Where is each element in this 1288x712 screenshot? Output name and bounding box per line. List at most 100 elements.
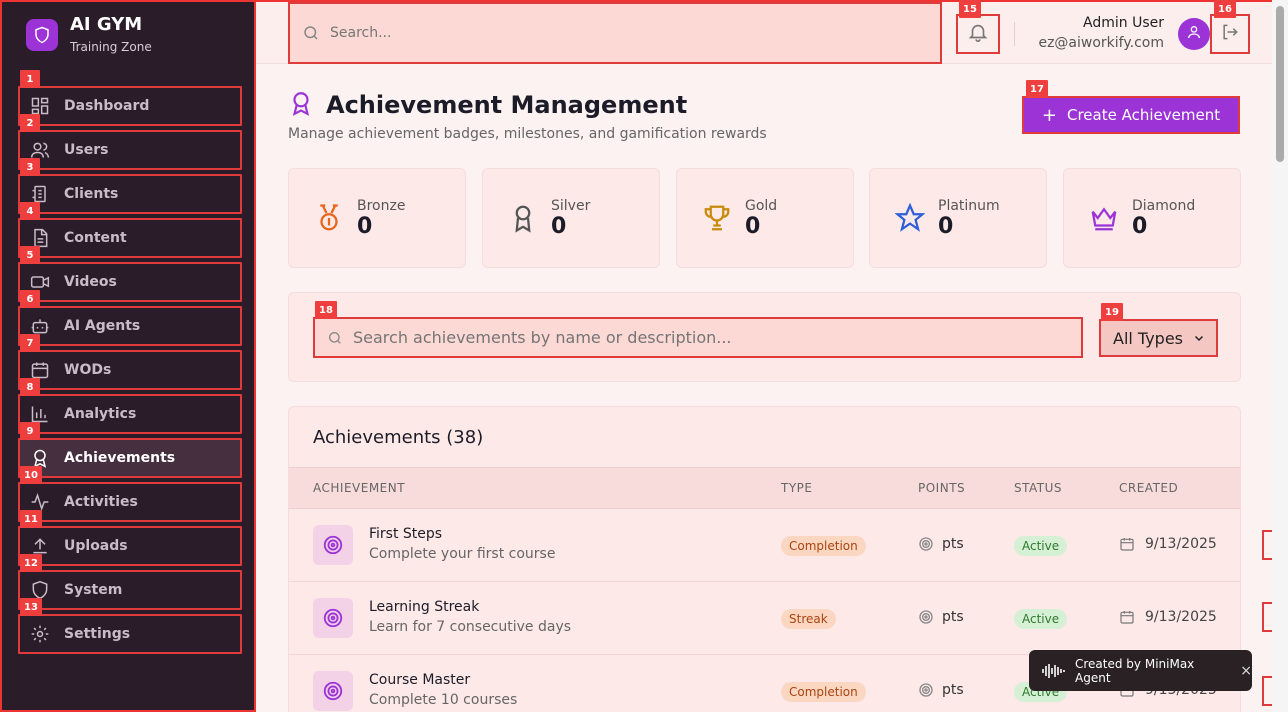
sidebar-item-uploads[interactable]: Uploads xyxy=(18,526,242,566)
achievement-description: Complete your first course xyxy=(369,546,556,562)
column-header[interactable]: CREATED xyxy=(1119,481,1178,495)
shield-logo-icon xyxy=(26,19,58,51)
stat-value: 0 xyxy=(1132,213,1148,239)
stat-label: Gold xyxy=(745,197,778,214)
sidebar-item-analytics[interactable]: Analytics xyxy=(18,394,242,434)
marker-badge: 5 xyxy=(20,246,40,264)
points-value: pts xyxy=(942,682,964,698)
table-row[interactable]: First Steps Complete your first course C… xyxy=(289,509,1240,582)
achievement-description: Complete 10 courses xyxy=(369,692,518,708)
type-badge: Completion xyxy=(781,682,866,702)
crown-icon xyxy=(1088,202,1120,234)
type-badge: Completion xyxy=(781,536,866,556)
stat-card-diamond: Diamond 0 xyxy=(1063,168,1241,268)
sidebar-item-activities[interactable]: Activities xyxy=(18,482,242,522)
created-date: 9/13/2025 xyxy=(1145,536,1217,552)
audio-wave-icon xyxy=(1041,662,1067,680)
stat-value: 0 xyxy=(551,213,567,239)
page-title: Achievement Management xyxy=(326,91,688,119)
logout-button[interactable] xyxy=(1210,14,1250,54)
sidebar-item-label: Dashboard xyxy=(64,98,150,114)
type-filter-select[interactable]: All Types xyxy=(1099,319,1218,357)
marker-badge: 7 xyxy=(20,334,40,352)
sidebar-item-wods[interactable]: WODs xyxy=(18,350,242,390)
target-icon xyxy=(918,682,934,698)
column-header[interactable]: TYPE xyxy=(781,481,812,495)
points-cell: pts xyxy=(918,609,964,625)
stat-label: Silver xyxy=(551,197,591,214)
sidebar-item-label: Users xyxy=(64,142,109,158)
plus-icon: + xyxy=(1041,104,1057,126)
page-scrollbar[interactable] xyxy=(1272,0,1288,712)
created-cell: 9/13/2025 xyxy=(1119,536,1217,552)
sidebar-item-label: Clients xyxy=(64,186,119,202)
create-button-label: Create Achievement xyxy=(1067,106,1221,124)
marker-badge: 15 xyxy=(959,0,981,18)
search-input[interactable] xyxy=(330,25,890,41)
marker-badge: 6 xyxy=(20,290,40,308)
type-badge: Streak xyxy=(781,609,836,629)
target-icon xyxy=(313,671,353,711)
stat-label: Diamond xyxy=(1132,197,1196,214)
page-header: Achievement Management xyxy=(288,90,687,120)
calendar-icon xyxy=(1119,536,1135,552)
achievement-description: Learn for 7 consecutive days xyxy=(369,619,572,635)
medal-icon xyxy=(313,202,345,234)
scrollbar-thumb[interactable] xyxy=(1276,6,1284,162)
sidebar-item-label: System xyxy=(64,582,123,598)
table-row[interactable]: Learning Streak Learn for 7 consecutive … xyxy=(289,582,1240,655)
marker-badge: 10 xyxy=(20,466,42,484)
column-header[interactable]: STATUS xyxy=(1014,481,1062,495)
notifications-button[interactable] xyxy=(956,14,1000,54)
created-cell: 9/13/2025 xyxy=(1119,609,1217,625)
sidebar-item-clients[interactable]: Clients xyxy=(18,174,242,214)
user-email: ez@aiworkify.com xyxy=(1038,35,1164,51)
sidebar-item-system[interactable]: System xyxy=(18,570,242,610)
column-header[interactable]: ACHIEVEMENT xyxy=(313,481,405,495)
table-header: ACHIEVEMENT TYPE POINTS STATUS CREATED xyxy=(289,467,1240,509)
sidebar-item-label: WODs xyxy=(64,362,112,378)
stat-value: 0 xyxy=(745,213,761,239)
global-search[interactable] xyxy=(288,2,942,64)
sidebar-item-content[interactable]: Content xyxy=(18,218,242,258)
top-bar: 15 Admin User ez@aiworkify.com 16 xyxy=(256,0,1272,64)
user-icon xyxy=(1186,24,1202,44)
column-header[interactable]: POINTS xyxy=(918,481,965,495)
avatar[interactable] xyxy=(1178,18,1210,50)
stat-label: Platinum xyxy=(938,197,1000,214)
stat-card-silver: Silver 0 xyxy=(482,168,660,268)
marker-badge: 16 xyxy=(1214,0,1236,18)
sidebar: AI GYM Training Zone Dashboard Users Cli… xyxy=(0,0,256,712)
achievement-name: First Steps xyxy=(369,526,443,542)
sidebar-item-users[interactable]: Users xyxy=(18,130,242,170)
create-achievement-button[interactable]: + Create Achievement xyxy=(1022,96,1240,134)
achievement-search-input[interactable] xyxy=(353,328,1053,347)
sidebar-item-label: Videos xyxy=(64,274,117,290)
sidebar-item-videos[interactable]: Videos xyxy=(18,262,242,302)
sidebar-item-label: Uploads xyxy=(64,538,128,554)
sidebar-item-ai-agents[interactable]: AI Agents xyxy=(18,306,242,346)
points-cell: pts xyxy=(918,682,964,698)
toast-notification: Created by MiniMax Agent × xyxy=(1029,650,1252,691)
award-icon xyxy=(507,202,539,234)
sidebar-item-dashboard[interactable]: Dashboard xyxy=(18,86,242,126)
sidebar-item-settings[interactable]: Settings xyxy=(18,614,242,654)
stat-card-platinum: Platinum 0 xyxy=(869,168,1047,268)
achievement-name: Course Master xyxy=(369,672,471,688)
divider xyxy=(1014,22,1015,46)
target-icon xyxy=(313,525,353,565)
marker-badge: 17 xyxy=(1026,80,1048,98)
search-icon xyxy=(327,330,343,346)
brand: AI GYM Training Zone xyxy=(26,14,152,56)
sidebar-item-achievements[interactable]: Achievements xyxy=(18,438,242,478)
status-badge: Active xyxy=(1014,536,1068,556)
marker-badge: 12 xyxy=(20,554,42,572)
stat-card-bronze: Bronze 0 xyxy=(288,168,466,268)
marker-badge: 8 xyxy=(20,378,40,396)
status-badge: Active xyxy=(1014,609,1068,629)
sidebar-item-label: Settings xyxy=(64,626,131,642)
achievement-search[interactable] xyxy=(313,317,1083,358)
marker-badge: 13 xyxy=(20,598,42,616)
close-icon[interactable]: × xyxy=(1240,663,1252,679)
marker-badge: 9 xyxy=(20,422,40,440)
